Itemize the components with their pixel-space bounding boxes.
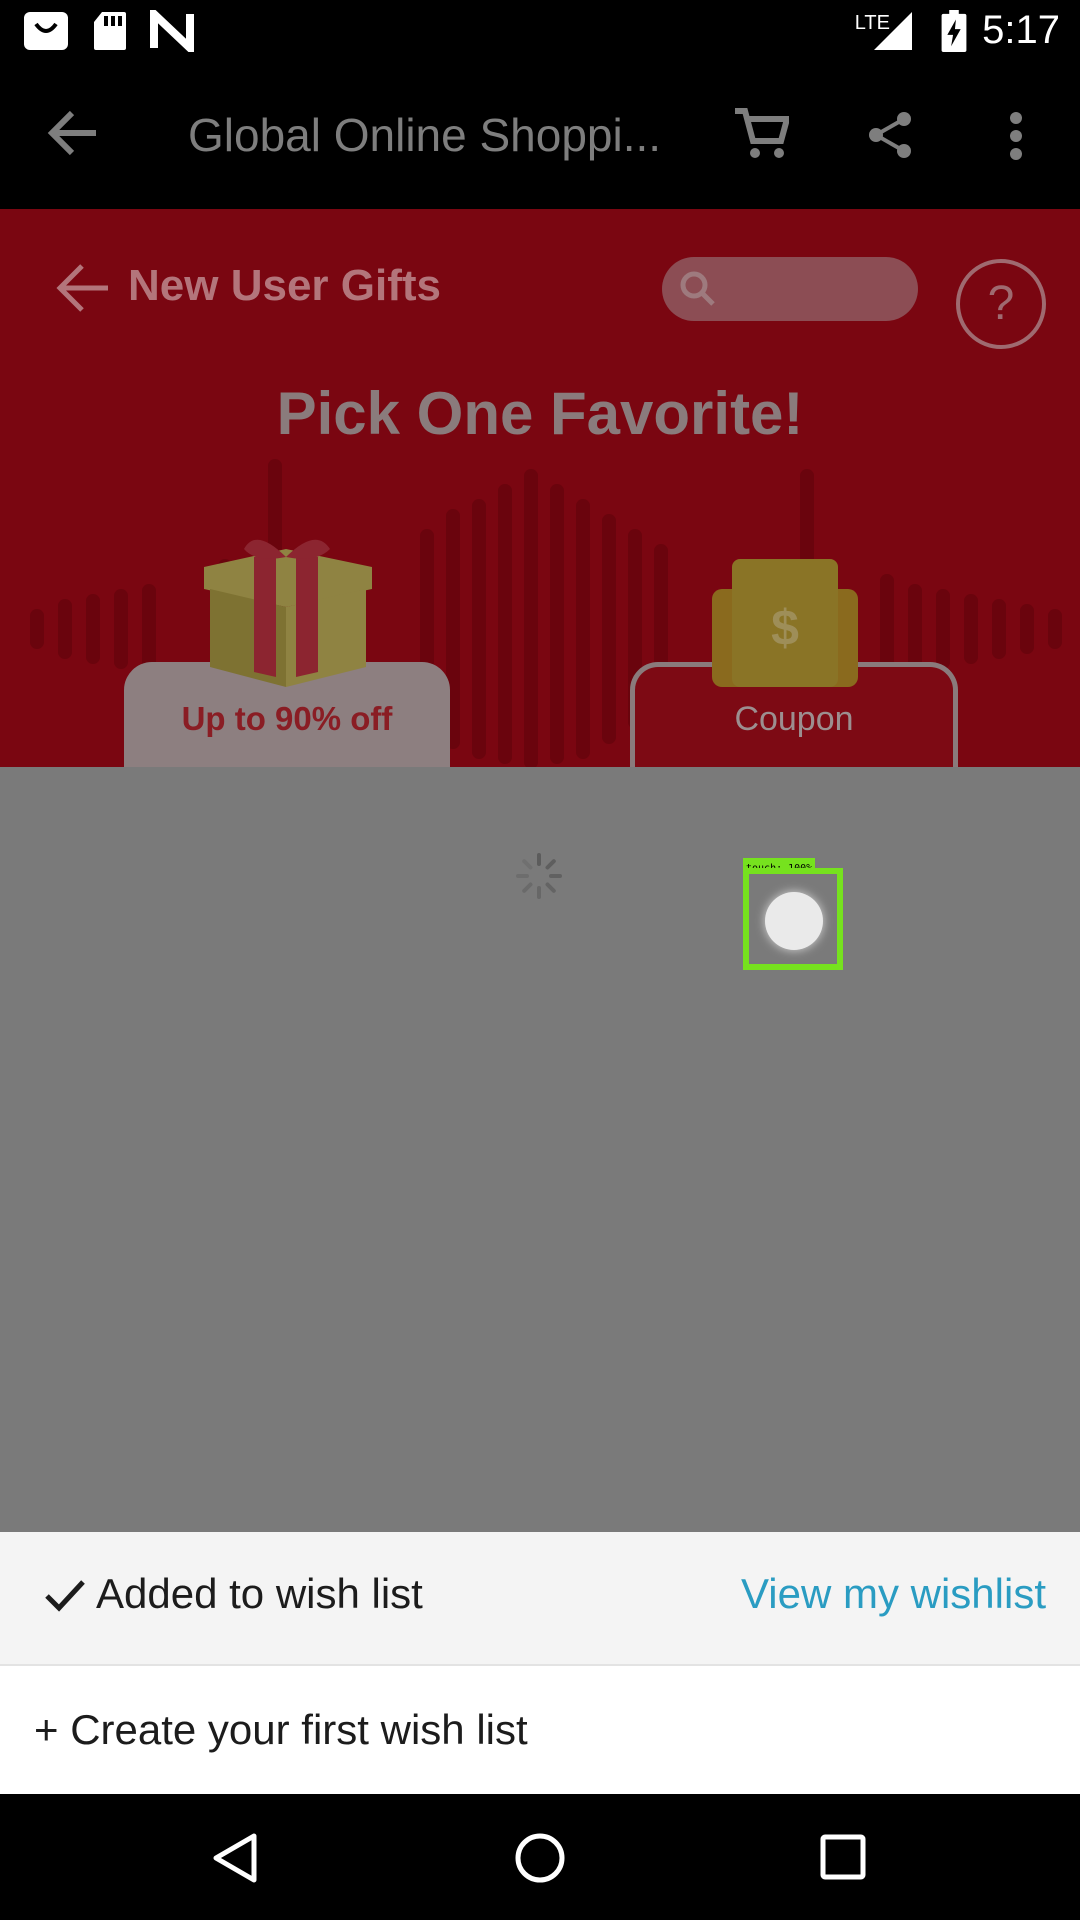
check-icon bbox=[45, 1580, 85, 1612]
wishlist-snackbar: Added to wish list View my wishlist bbox=[0, 1532, 1080, 1666]
n-icon bbox=[150, 10, 194, 52]
gift-box-icon bbox=[204, 539, 372, 687]
battery-charging-icon bbox=[941, 10, 967, 52]
view-wishlist-link[interactable]: View my wishlist bbox=[741, 1570, 1046, 1618]
headline: Pick One Favorite! bbox=[276, 380, 804, 447]
banner-back-arrow-icon[interactable] bbox=[54, 263, 110, 313]
system-nav-bar bbox=[0, 1794, 1080, 1920]
app-title: Global Online Shoppi... bbox=[188, 109, 662, 161]
help-button[interactable]: ? bbox=[956, 259, 1046, 349]
create-wishlist-row[interactable]: + Create your first wish list bbox=[0, 1666, 1080, 1794]
coupon-dollar-symbol: $ bbox=[771, 600, 799, 656]
shopping-bag-icon bbox=[24, 12, 68, 50]
nav-home-icon[interactable] bbox=[514, 1832, 566, 1884]
nav-back-icon[interactable] bbox=[212, 1832, 258, 1884]
status-time: 5:17 bbox=[982, 8, 1060, 52]
sd-card-icon bbox=[94, 12, 126, 50]
app-toolbar: Global Online Shoppi... bbox=[0, 63, 1080, 209]
lte-signal-icon bbox=[874, 12, 912, 50]
coupon-ticket-icon: $ bbox=[712, 559, 858, 687]
loading-area bbox=[0, 767, 1080, 1532]
back-arrow-icon[interactable] bbox=[46, 109, 100, 157]
page-subtitle: New User Gifts bbox=[128, 261, 441, 310]
touch-point bbox=[765, 892, 823, 950]
status-bar: LTE 5:17 bbox=[0, 0, 1080, 63]
more-vert-icon[interactable] bbox=[1008, 111, 1024, 161]
share-icon[interactable] bbox=[866, 111, 914, 159]
create-wishlist-button[interactable]: + Create your first wish list bbox=[34, 1706, 528, 1754]
search-icon bbox=[680, 271, 715, 306]
added-to-wishlist-label: Added to wish list bbox=[96, 1570, 423, 1617]
loading-spinner-icon bbox=[516, 853, 562, 899]
cart-icon[interactable] bbox=[733, 107, 789, 161]
nav-recents-icon[interactable] bbox=[820, 1834, 866, 1880]
search-input[interactable] bbox=[662, 257, 918, 321]
tab-discount-label: Up to 90% off bbox=[181, 700, 393, 737]
promo-banner: New User Gifts ? Pick One Favorite! Up t… bbox=[0, 209, 1080, 767]
tab-coupon-label: Coupon bbox=[734, 700, 854, 738]
